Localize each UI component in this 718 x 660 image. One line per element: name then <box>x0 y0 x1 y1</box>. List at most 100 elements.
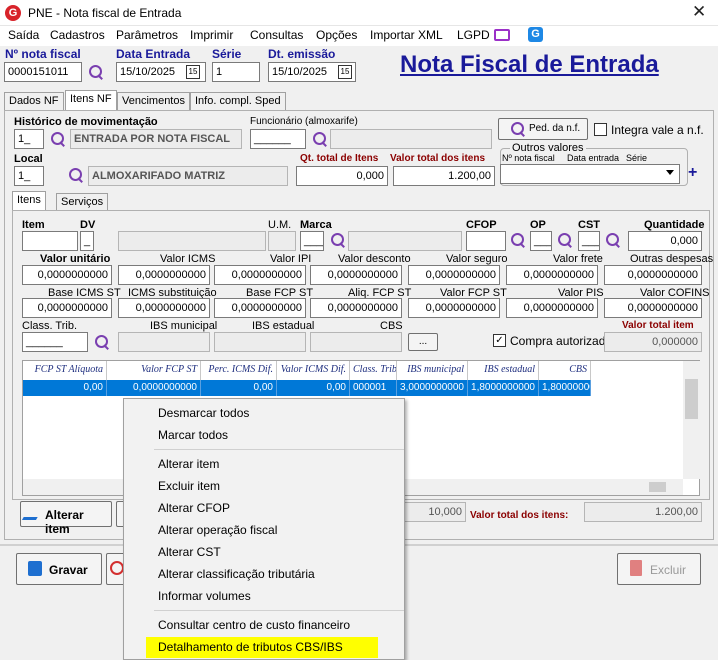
historico-code-input[interactable]: 1_ <box>14 129 44 149</box>
nota-input[interactable]: 0000151011 <box>4 62 82 82</box>
grid-header[interactable]: Valor ICMS Dif. <box>277 361 350 380</box>
quantidade-input[interactable]: 0,000 <box>628 231 702 251</box>
grid-cell[interactable]: 1,800000000... <box>539 380 591 396</box>
marca-input[interactable]: ____ <box>300 231 324 251</box>
grid-header[interactable]: IBS estadual <box>468 361 539 380</box>
scroll-thumb[interactable] <box>685 379 698 419</box>
grid-header[interactable]: Class. Trib. <box>350 361 397 380</box>
valor-cofins-input[interactable]: 0,0000000000 <box>604 298 702 318</box>
serie-input[interactable]: 1 <box>212 62 260 82</box>
grid-cell[interactable]: 0,00 <box>23 380 107 396</box>
grid-header[interactable]: Valor FCP ST <box>107 361 201 380</box>
menu-desmarcar-todos[interactable]: Desmarcar todos <box>158 406 249 420</box>
um-label: U.M. <box>268 219 292 231</box>
cfop-label: CFOP <box>466 219 497 231</box>
valor-frete-input[interactable]: 0,0000000000 <box>506 265 598 285</box>
app-g-icon[interactable]: G <box>528 27 543 42</box>
menu-imprimir[interactable]: Imprimir <box>190 28 233 42</box>
grid-cell[interactable]: 0,00 <box>201 380 277 396</box>
item-input[interactable] <box>22 231 78 251</box>
compra-autorizada-checkbox[interactable]: ✓ <box>493 334 506 347</box>
gravar-label: Gravar <box>49 563 88 577</box>
valor-seguro-input[interactable]: 0,0000000000 <box>408 265 500 285</box>
class-trib-input[interactable]: ______ <box>22 332 88 352</box>
outros-valores-select[interactable] <box>500 164 680 184</box>
menu-alterar-classificacao-tributaria[interactable]: Alterar classificação tributária <box>158 567 315 581</box>
menu-marcar-todos[interactable]: Marcar todos <box>158 428 228 442</box>
monitor-icon[interactable] <box>494 29 510 41</box>
aliq-fcp-st-input[interactable]: 0,0000000000 <box>310 298 402 318</box>
menu-lgpd[interactable]: LGPD <box>457 28 490 42</box>
tab-vencimentos[interactable]: Vencimentos <box>117 92 190 110</box>
valor-desconto-input[interactable]: 0,0000000000 <box>310 265 402 285</box>
base-fcp-st-input[interactable]: 0,0000000000 <box>214 298 306 318</box>
grid-cell[interactable]: 0,0000000000 <box>107 380 201 396</box>
valor-ipi-input[interactable]: 0,0000000000 <box>214 265 306 285</box>
grid-cell[interactable]: 0,00 <box>277 380 350 396</box>
subtab-servicos[interactable]: Serviços <box>56 193 109 211</box>
menu-alterar-operacao-fiscal[interactable]: Alterar operação fiscal <box>158 523 277 537</box>
cst-label: CST <box>578 219 600 231</box>
menu-informar-volumes[interactable]: Informar volumes <box>158 589 251 603</box>
grid-cell[interactable]: 1,8000000000 <box>468 380 539 396</box>
valor-total-item-value: 0,000000 <box>604 332 702 352</box>
menu-opcoes[interactable]: Opções <box>316 28 357 42</box>
funcionario-label: Funcionário (almoxarife) <box>250 116 358 127</box>
outras-despesas-input[interactable]: 0,0000000000 <box>604 265 702 285</box>
grid-cell[interactable]: 000001 <box>350 380 397 396</box>
menu-alterar-item[interactable]: Alterar item <box>158 457 219 471</box>
grid-header[interactable]: IBS municipal <box>397 361 468 380</box>
cfop-input[interactable] <box>466 231 506 251</box>
grid-header[interactable]: Perc. ICMS Dif. <box>201 361 277 380</box>
chevron-down-icon[interactable] <box>666 170 674 175</box>
item-desc <box>118 231 266 251</box>
search-icon[interactable] <box>68 167 84 183</box>
integra-checkbox[interactable] <box>594 123 607 136</box>
search-icon[interactable] <box>605 232 621 248</box>
subtab-itens[interactable]: Itens <box>12 191 46 211</box>
close-icon[interactable]: ✕ <box>692 2 706 22</box>
menu-alterar-cst[interactable]: Alterar CST <box>158 545 221 559</box>
grid-header[interactable]: FCP ST Alíquota <box>23 361 107 380</box>
calendar-icon[interactable]: 15 <box>186 65 200 79</box>
funcionario-input[interactable]: ______ <box>250 129 306 149</box>
menu-cadastros[interactable]: Cadastros <box>50 28 105 42</box>
search-icon[interactable] <box>94 334 110 350</box>
menu-detalhamento-tributos[interactable]: Detalhamento de tributos CBS/IBS <box>158 640 343 654</box>
menu-importar-xml[interactable]: Importar XML <box>370 28 443 42</box>
search-icon[interactable] <box>312 131 328 147</box>
tab-info-compl-sped[interactable]: Info. compl. Sped <box>190 92 286 110</box>
dv-input[interactable]: _ <box>80 231 94 251</box>
tab-itens-nf[interactable]: Itens NF <box>65 90 117 110</box>
calendar-icon[interactable]: 15 <box>338 65 352 79</box>
menu-saida[interactable]: Saída <box>8 28 39 42</box>
search-icon[interactable] <box>330 232 346 248</box>
grid-header[interactable]: CBS <box>539 361 591 380</box>
valor-pis-input[interactable]: 0,0000000000 <box>506 298 598 318</box>
valor-icms-input[interactable]: 0,0000000000 <box>118 265 210 285</box>
menu-consultar-centro-custo[interactable]: Consultar centro de custo financeiro <box>158 618 350 632</box>
op-input[interactable]: ___ <box>530 231 552 251</box>
menu-alterar-cfop[interactable]: Alterar CFOP <box>158 501 230 515</box>
menu-consultas[interactable]: Consultas <box>250 28 303 42</box>
cst-input[interactable]: ___ <box>578 231 600 251</box>
quantidade-label: Quantidade <box>644 219 705 231</box>
grid-cell[interactable]: 3,0000000000 <box>397 380 468 396</box>
search-icon[interactable] <box>557 232 573 248</box>
local-code-input[interactable]: 1_ <box>14 166 44 186</box>
base-icms-st-input[interactable]: 0,0000000000 <box>22 298 112 318</box>
scroll-thumb[interactable] <box>649 482 666 492</box>
vertical-scrollbar[interactable] <box>683 361 700 479</box>
search-icon[interactable] <box>88 64 104 80</box>
icms-substituicao-input[interactable]: 0,0000000000 <box>118 298 210 318</box>
cbs-details-button[interactable]: ... <box>408 333 438 351</box>
menu-excluir-item[interactable]: Excluir item <box>158 479 220 493</box>
tab-dados-nf[interactable]: Dados NF <box>4 92 64 110</box>
valor-fcp-st-input[interactable]: 0,0000000000 <box>408 298 500 318</box>
valor-unitario-input[interactable]: 0,0000000000 <box>22 265 112 285</box>
search-icon[interactable] <box>50 131 66 147</box>
menu-parametros[interactable]: Parâmetros <box>116 28 178 42</box>
search-icon[interactable] <box>510 232 526 248</box>
add-icon[interactable]: + <box>688 164 697 182</box>
dt-emissao-label: Dt. emissão <box>268 47 336 61</box>
